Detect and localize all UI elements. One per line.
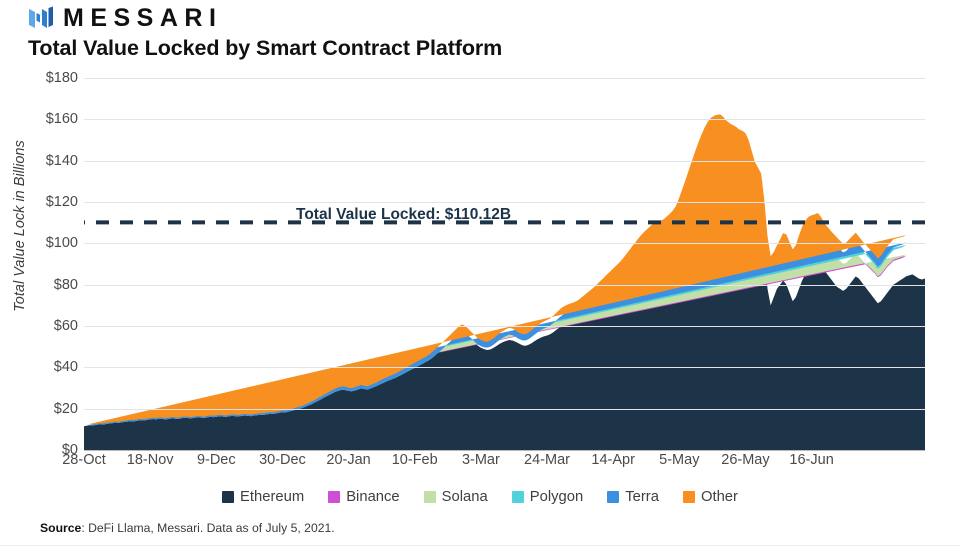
legend-label: Ethereum	[240, 489, 305, 505]
source-label: Source	[40, 521, 82, 535]
legend-swatch-icon	[511, 491, 524, 503]
gridline	[84, 284, 925, 286]
source-text: : DeFi Llama, Messari. Data as of July 5…	[81, 521, 335, 535]
y-axis-tick-label: $120	[45, 194, 78, 210]
x-axis-tick-label: 24-Mar	[524, 452, 570, 468]
x-axis-tick-label: 3-Mar	[461, 452, 500, 468]
chart-page: MESSARI Total Value Locked by Smart Cont…	[0, 0, 960, 552]
legend-label: Solana	[441, 489, 488, 505]
legend-swatch-icon	[682, 491, 695, 503]
y-axis-tick-label: $180	[45, 70, 78, 86]
legend-label: Terra	[625, 489, 659, 505]
footer-divider	[0, 545, 960, 546]
gridline	[84, 326, 925, 327]
x-axis-tick-label: 26-May	[721, 452, 770, 468]
brand-header: MESSARI	[28, 2, 222, 34]
y-axis-tick-label: $80	[53, 276, 78, 293]
y-axis-tick-label: $100	[45, 235, 78, 252]
x-axis-tick-label: 9-Dec	[196, 452, 236, 468]
page-title: Total Value Locked by Smart Contract Pla…	[28, 36, 503, 60]
y-axis-tick-label: $20	[53, 400, 78, 417]
x-axis-tick-label: 28-Oct	[62, 452, 106, 468]
gridline	[84, 202, 925, 203]
messari-logo-icon	[29, 6, 53, 28]
x-axis-tick-label: 20-Jan	[326, 452, 371, 468]
gridline	[84, 450, 925, 451]
x-axis-tick-label: 18-Nov	[126, 452, 174, 468]
legend-item-other[interactable]: Other	[682, 489, 738, 505]
legend-item-terra[interactable]: Terra	[607, 489, 659, 505]
x-axis-ticks: 28-Oct 18-Nov 9-Dec 30-Dec 20-Jan 10-Feb 3-Mar…	[62, 452, 925, 478]
gridline	[84, 119, 925, 121]
x-axis-tick-label: 14-Apr	[591, 452, 635, 468]
gridline	[84, 408, 925, 410]
legend-swatch-icon	[328, 491, 341, 503]
legend-item-ethereum[interactable]: Ethereum	[222, 489, 304, 505]
x-axis-tick-label: 5-May	[659, 452, 700, 468]
x-axis-tick-label: 10-Feb	[391, 452, 438, 468]
legend-item-polygon[interactable]: Polygon	[511, 489, 584, 505]
legend-swatch-icon	[222, 491, 235, 503]
legend-item-solana[interactable]: Solana	[423, 489, 488, 505]
gridline	[84, 243, 925, 245]
chart-legend: Ethereum Binance Solana Polygon Terra Other	[0, 489, 960, 505]
plot-shell: Total Value Lock in Billions $0 $20 $40 $60…	[0, 70, 960, 458]
x-axis-tick-label: 30-Dec	[259, 452, 306, 468]
y-axis-tick-label: $40	[53, 359, 78, 376]
plot-area	[84, 78, 925, 450]
legend-swatch-icon	[607, 491, 620, 503]
legend-label: Binance	[346, 489, 400, 505]
stacked-area-chart	[84, 114, 925, 450]
gridline	[84, 160, 925, 162]
legend-label: Polygon	[529, 489, 584, 505]
y-axis-tick-label: $160	[45, 111, 78, 128]
y-axis-ticks: $0 $20 $40 $60 $80 $100 $120 $140 $160 $180	[0, 70, 78, 458]
legend-swatch-icon	[423, 491, 436, 503]
legend-item-binance[interactable]: Binance	[328, 489, 400, 505]
gridline	[84, 367, 925, 369]
x-axis-tick-label: 16-Jun	[789, 452, 834, 468]
y-axis-tick-label: $140	[45, 152, 78, 169]
source-note: Source: DeFi Llama, Messari. Data as of …	[40, 521, 335, 535]
y-axis-tick-label: $60	[53, 318, 78, 334]
tvl-annotation-label: Total Value Locked: $110.12B	[296, 206, 512, 223]
brand-name: MESSARI	[63, 3, 223, 32]
gridline	[84, 78, 925, 79]
legend-label: Other	[700, 489, 738, 505]
